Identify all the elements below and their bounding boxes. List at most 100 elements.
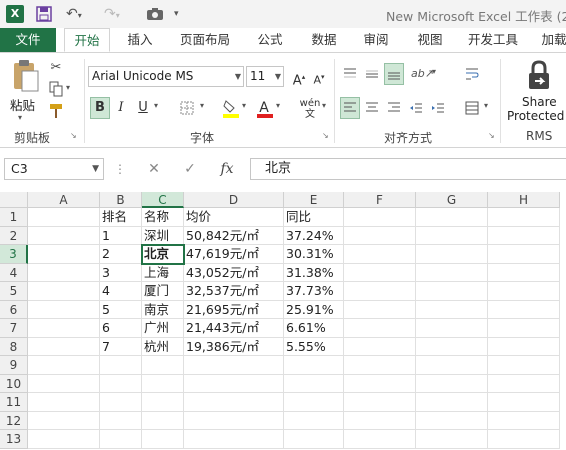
tab-file[interactable]: 文件 [0, 28, 56, 52]
share-protected-icon[interactable] [522, 59, 556, 93]
cell-c12[interactable] [142, 411, 184, 430]
bold-button[interactable]: B [90, 97, 110, 119]
tab-view[interactable]: 视图 [408, 28, 452, 52]
cell-a9[interactable] [28, 356, 100, 375]
insert-function-button[interactable]: fx [216, 158, 238, 180]
cell-c5[interactable]: 厦门 [142, 282, 184, 301]
cell-c1[interactable]: 名称 [142, 208, 184, 227]
cell-b1[interactable]: 排名 [100, 208, 142, 227]
cell-h4[interactable] [488, 263, 560, 282]
row-header-6[interactable]: 6 [0, 300, 28, 319]
cell-a4[interactable] [28, 263, 100, 282]
cell-d3[interactable]: 47,619元/㎡ [184, 245, 284, 264]
cell-f12[interactable] [344, 411, 416, 430]
cell-e6[interactable]: 25.91% [284, 300, 344, 319]
row-header-4[interactable]: 4 [0, 263, 28, 282]
cell-e3[interactable]: 30.31% [284, 245, 344, 264]
alignment-launcher-icon[interactable]: ↘ [488, 131, 495, 140]
phonetic-dropdown-icon[interactable]: ▾ [322, 101, 326, 110]
cell-h5[interactable] [488, 282, 560, 301]
cell-b5[interactable]: 4 [100, 282, 142, 301]
cell-c11[interactable] [142, 393, 184, 412]
merge-dropdown-icon[interactable]: ▾ [484, 101, 488, 110]
undo-icon[interactable]: ↶▾ [66, 4, 82, 24]
cell-b11[interactable] [100, 393, 142, 412]
column-header-e[interactable]: E [284, 192, 344, 208]
share-label[interactable]: Share [522, 95, 557, 109]
cell-b2[interactable]: 1 [100, 226, 142, 245]
cell-b9[interactable] [100, 356, 142, 375]
cell-f11[interactable] [344, 393, 416, 412]
row-header-2[interactable]: 2 [0, 226, 28, 245]
name-box[interactable]: C3 ▼ [4, 158, 104, 180]
column-header-h[interactable]: H [488, 192, 560, 208]
cut-icon[interactable]: ✂ [46, 59, 66, 77]
cell-e11[interactable] [284, 393, 344, 412]
cell-b3[interactable]: 2 [100, 245, 142, 264]
underline-dropdown-icon[interactable]: ▾ [154, 101, 158, 110]
cell-g10[interactable] [416, 374, 488, 393]
cell-h8[interactable] [488, 337, 560, 356]
wrap-text-icon[interactable] [462, 63, 482, 85]
cell-c10[interactable] [142, 374, 184, 393]
cell-b12[interactable] [100, 411, 142, 430]
cell-d12[interactable] [184, 411, 284, 430]
format-painter-icon[interactable] [46, 103, 66, 125]
cell-c6[interactable]: 南京 [142, 300, 184, 319]
copy-icon[interactable] [46, 81, 66, 103]
align-center-icon[interactable] [362, 97, 382, 119]
cell-c13[interactable] [142, 430, 184, 449]
cell-h2[interactable] [488, 226, 560, 245]
cell-h12[interactable] [488, 411, 560, 430]
tab-insert[interactable]: 插入 [118, 28, 162, 52]
cell-d9[interactable] [184, 356, 284, 375]
cell-f4[interactable] [344, 263, 416, 282]
cell-e9[interactable] [284, 356, 344, 375]
cell-g8[interactable] [416, 337, 488, 356]
column-header-c[interactable]: C [142, 192, 184, 208]
cell-h10[interactable] [488, 374, 560, 393]
column-header-b[interactable]: B [100, 192, 142, 208]
enter-icon[interactable]: ✓ [180, 158, 200, 180]
cell-f13[interactable] [344, 430, 416, 449]
paste-label[interactable]: 粘贴 [10, 95, 35, 114]
cell-g11[interactable] [416, 393, 488, 412]
increase-indent-icon[interactable] [428, 97, 448, 119]
cell-e8[interactable]: 5.55% [284, 337, 344, 356]
cell-e5[interactable]: 37.73% [284, 282, 344, 301]
cell-a8[interactable] [28, 337, 100, 356]
cell-a12[interactable] [28, 411, 100, 430]
column-header-g[interactable]: G [416, 192, 488, 208]
cell-f7[interactable] [344, 319, 416, 338]
cell-g13[interactable] [416, 430, 488, 449]
cell-d2[interactable]: 50,842元/㎡ [184, 226, 284, 245]
cell-e4[interactable]: 31.38% [284, 263, 344, 282]
cell-g12[interactable] [416, 411, 488, 430]
more-icon[interactable]: ⋮ [114, 158, 126, 180]
row-header-8[interactable]: 8 [0, 337, 28, 356]
align-bottom-icon[interactable] [384, 63, 404, 85]
cell-g1[interactable] [416, 208, 488, 227]
row-header-7[interactable]: 7 [0, 319, 28, 338]
cell-f6[interactable] [344, 300, 416, 319]
cell-f3[interactable] [344, 245, 416, 264]
row-header-11[interactable]: 11 [0, 393, 28, 412]
cell-d11[interactable] [184, 393, 284, 412]
column-header-f[interactable]: F [344, 192, 416, 208]
tab-page-layout[interactable]: 页面布局 [172, 28, 238, 52]
cell-a2[interactable] [28, 226, 100, 245]
cell-a5[interactable] [28, 282, 100, 301]
tab-addins[interactable]: 加载 [534, 28, 566, 52]
customize-quick-access-icon[interactable]: ▾ [174, 4, 179, 24]
cell-f9[interactable] [344, 356, 416, 375]
cell-g6[interactable] [416, 300, 488, 319]
decrease-indent-icon[interactable] [406, 97, 426, 119]
cell-g9[interactable] [416, 356, 488, 375]
merge-center-icon[interactable] [462, 97, 482, 119]
tab-formulas[interactable]: 公式 [248, 28, 292, 52]
cell-h6[interactable] [488, 300, 560, 319]
cell-d13[interactable] [184, 430, 284, 449]
cell-e7[interactable]: 6.61% [284, 319, 344, 338]
cell-h7[interactable] [488, 319, 560, 338]
tab-data[interactable]: 数据 [302, 28, 346, 52]
